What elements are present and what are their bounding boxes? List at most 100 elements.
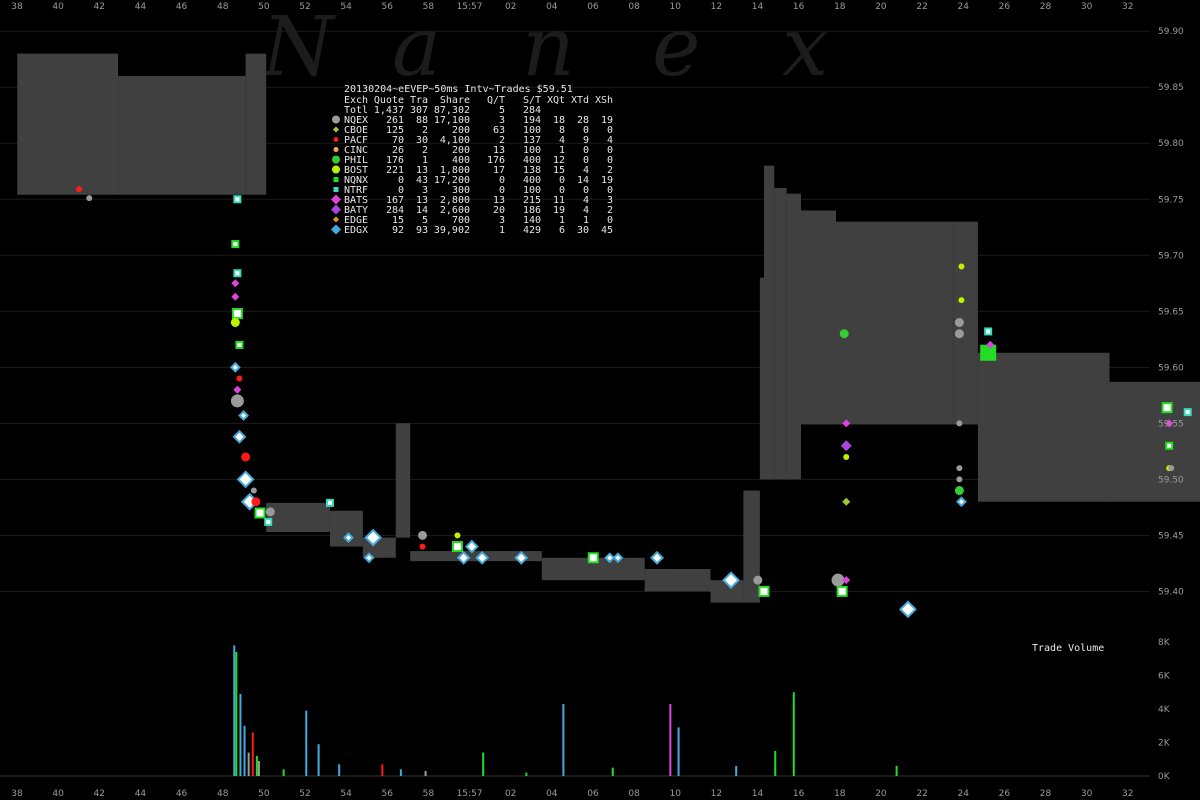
volume-bar: [282, 769, 285, 776]
nbbo-segment: [1109, 381, 1200, 502]
trade-marker-nqnx: [587, 552, 599, 564]
volume-tick-label: 8K: [1158, 638, 1171, 648]
volume-bar: [251, 732, 254, 776]
trade-marker-ntrf: [264, 517, 273, 526]
legend-marker: [333, 187, 339, 192]
x-tick-label-top: 18: [834, 2, 846, 12]
legend-cell: 6: [559, 225, 565, 236]
chart-canvas: Nanex 38 40 42 44 46 48 50 52 54 56 58 15:57 02 04 06 0…: [0, 0, 1200, 800]
x-tick-label-top: 15:57: [457, 2, 483, 12]
trade-marker-nqex: [954, 318, 964, 327]
x-tick-label-bottom: 48: [217, 789, 229, 799]
x-tick-label-bottom: 38: [11, 789, 23, 799]
trade-marker-nqnx: [1165, 441, 1174, 450]
volume-bar: [317, 744, 320, 776]
volume-bar: [677, 727, 680, 776]
volume-bar: [381, 764, 384, 776]
x-tick-label-bottom: 15:57: [457, 789, 483, 799]
x-tick-label-top: 26: [999, 2, 1011, 12]
trade-marker-pacf: [251, 497, 261, 507]
x-tick-label-bottom: 42: [94, 789, 105, 799]
legend-header-cell: XQt: [547, 95, 565, 106]
price-tick-label: 59.40: [1158, 587, 1184, 597]
volume-tick-label: 6K: [1158, 672, 1171, 682]
x-tick-label-top: 40: [52, 2, 64, 12]
nbbo-segment: [245, 53, 267, 195]
x-tick-label-bottom: 46: [176, 789, 188, 799]
watermark-letter: x: [782, 0, 828, 95]
trade-marker-nqex: [956, 476, 963, 483]
volume-bar: [257, 760, 260, 776]
x-tick-label-top: 28: [1040, 2, 1052, 12]
x-tick-label-bottom: 02: [505, 789, 516, 799]
x-tick-label-bottom: 16: [793, 789, 805, 799]
volume-bar: [424, 770, 427, 776]
trade-marker-pacf: [236, 375, 243, 382]
watermark-letter: n: [522, 0, 575, 95]
trade-marker-phil: [954, 486, 964, 496]
legend-cell: 93: [416, 225, 428, 236]
x-tick-label-top: 46: [176, 2, 188, 12]
x-tick-label-bottom: 56: [382, 789, 394, 799]
nbbo-segment: [395, 423, 411, 538]
trade-marker-pacf: [75, 186, 82, 193]
x-tick-label-bottom: 22: [916, 789, 927, 799]
volume-bar: [233, 645, 236, 776]
price-tick-label: 59.65: [1158, 307, 1184, 317]
legend-marker: [333, 177, 339, 182]
legend-marker: [332, 115, 340, 124]
x-tick-label-top: 22: [916, 2, 927, 12]
trade-marker-nqex: [230, 394, 244, 408]
x-tick-label-top: 42: [94, 2, 105, 12]
x-tick-label-bottom: 12: [711, 789, 722, 799]
watermark-letter: a: [392, 0, 441, 95]
trade-marker-ntrf: [233, 269, 242, 278]
trade-marker-bost: [958, 263, 965, 270]
trade-marker-bost: [958, 297, 965, 304]
x-tick-label-bottom: 40: [52, 789, 64, 799]
trade-marker-nqex: [418, 530, 428, 540]
trade-marker-nqex: [265, 507, 275, 517]
trade-marker-nqnx: [836, 585, 848, 597]
trade-marker-bost: [454, 532, 461, 539]
volume-bar: [235, 652, 238, 776]
x-tick-label-top: 14: [752, 2, 764, 12]
volume-bar: [247, 752, 250, 776]
x-tick-label-bottom: 52: [299, 789, 310, 799]
x-tick-label-bottom: 26: [999, 789, 1011, 799]
trade-marker-nqnx: [231, 308, 243, 320]
x-tick-label-top: 20: [875, 2, 887, 12]
x-tick-label-top: 04: [546, 2, 558, 12]
price-tick-label: 59.70: [1158, 251, 1184, 261]
price-tick-label: 59.45: [1158, 531, 1184, 541]
volume-tick-label: 0K: [1158, 772, 1171, 782]
trade-marker-nqnx: [758, 585, 770, 597]
trade-marker-ntrf: [233, 195, 242, 204]
watermark-letter: N: [260, 0, 337, 95]
x-tick-label-bottom: 44: [135, 789, 147, 799]
nbbo-segment: [329, 510, 363, 547]
x-tick-label-top: 48: [217, 2, 229, 12]
trade-marker-nqex: [954, 329, 964, 339]
trade-marker-nqex: [753, 575, 763, 585]
volume-bar: [482, 752, 485, 776]
trade-marker-nqnx: [980, 344, 997, 361]
x-tick-label-bottom: 58: [423, 789, 435, 799]
nbbo-segment: [786, 193, 802, 480]
x-tick-label-top: 24: [957, 2, 969, 12]
x-tick-label-top: 32: [1122, 2, 1133, 12]
trade-marker-ntrf: [325, 498, 334, 507]
volume-bar: [525, 772, 528, 776]
trade-marker-nqnx: [254, 507, 266, 519]
price-tick-label: 59.60: [1158, 363, 1184, 373]
x-tick-label-top: 58: [423, 2, 435, 12]
trade-marker-nqex: [1168, 465, 1175, 472]
trade-marker-pacf: [241, 452, 251, 462]
trade-marker-nqnx: [1161, 402, 1173, 414]
x-tick-label-top: 06: [587, 2, 599, 12]
legend-header-cell: XSh: [595, 95, 613, 106]
nbbo-segment: [977, 352, 1110, 502]
trade-marker-bost: [230, 318, 240, 327]
legend-marker: [333, 147, 339, 152]
nbbo-segment: [763, 165, 775, 480]
